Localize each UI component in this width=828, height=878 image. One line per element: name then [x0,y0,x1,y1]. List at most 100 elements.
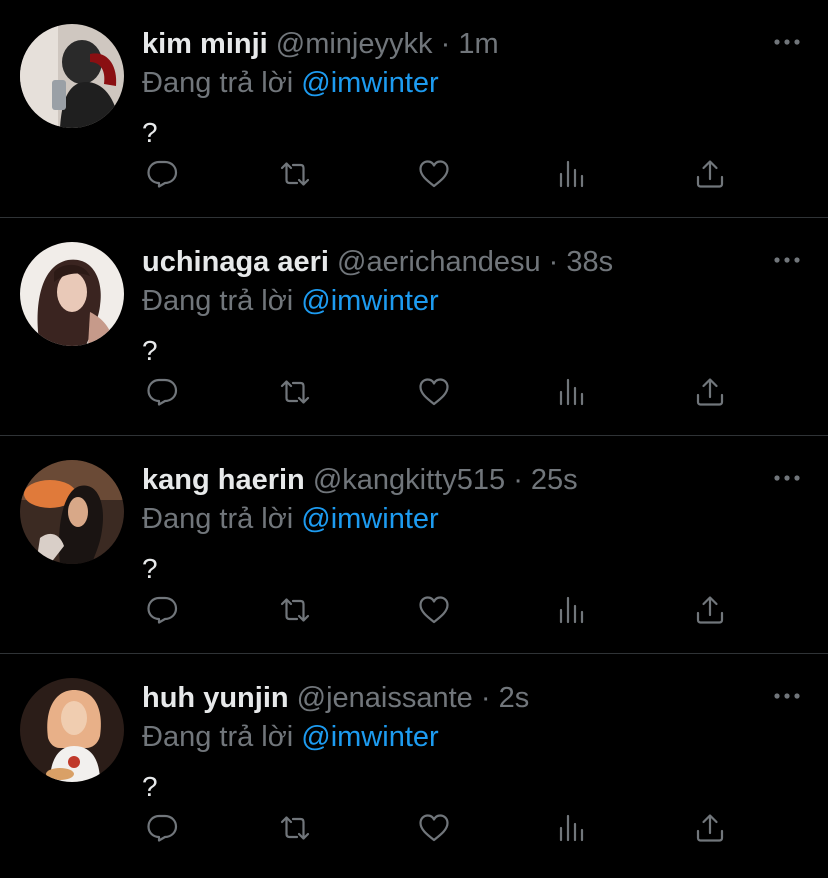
retweet-icon [280,816,310,840]
tweet-header: kang haerin @kangkitty515 · 25s [142,460,758,500]
avatar-image [20,678,124,782]
separator-dot: · [513,464,523,496]
tweet-header: huh yunjin @jenaissante · 2s [142,678,758,718]
display-name[interactable]: uchinaga aeri [142,246,329,278]
heart-icon [419,378,449,406]
more-horizontal-icon [774,257,800,263]
tweet-actions [142,590,732,630]
tweet-text: ? [142,771,158,802]
tweet-actions [142,372,732,412]
retweet-button[interactable] [275,590,315,630]
retweet-button[interactable] [275,372,315,412]
tweet-feed: kim minji @minjeyykk · 1m Đang trả lời @… [0,0,828,878]
tweet-actions [142,808,732,848]
share-upload-icon [696,378,724,406]
share-upload-icon [696,160,724,188]
share-button[interactable] [690,808,730,848]
bar-chart-icon [559,596,584,624]
more-horizontal-icon [774,39,800,45]
share-button[interactable] [690,590,730,630]
views-button[interactable] [552,154,592,194]
replying-to-label: Đang trả lời [142,503,294,535]
more-horizontal-icon [774,693,800,699]
more-button[interactable] [772,686,802,706]
tweet-actions [142,154,732,194]
more-button[interactable] [772,468,802,488]
heart-icon [419,814,449,842]
comment-bubble-icon [147,378,178,406]
replying-to: Đang trả lời @imwinter [142,282,439,320]
retweet-icon [280,598,310,622]
separator-dot: · [548,246,559,278]
timestamp[interactable]: 38s [566,246,613,278]
bar-chart-icon [559,160,584,188]
mention-link[interactable]: @imwinter [301,721,438,753]
user-handle[interactable]: @kangkitty515 [313,464,505,496]
comment-bubble-icon [147,596,178,624]
display-name[interactable]: kim minji [142,28,268,60]
tweet-text: ? [142,117,158,148]
avatar-image [20,242,124,346]
replying-to-label: Đang trả lời [142,67,294,99]
comment-bubble-icon [147,814,178,842]
more-horizontal-icon [774,475,800,481]
like-button[interactable] [414,372,454,412]
views-button[interactable] [552,372,592,412]
timestamp[interactable]: 2s [499,682,530,714]
reply-button[interactable] [142,590,182,630]
separator-dot: · [480,682,491,714]
heart-icon [419,596,449,624]
reply-button[interactable] [142,372,182,412]
tweet-text: ? [142,335,158,366]
user-handle[interactable]: @aerichandesu [337,246,541,278]
more-button[interactable] [772,250,802,270]
reply-button[interactable] [142,808,182,848]
avatar[interactable] [20,242,124,346]
comment-bubble-icon [147,160,178,188]
timestamp[interactable]: 1m [458,28,498,60]
tweet[interactable]: kim minji @minjeyykk · 1m Đang trả lời @… [0,0,828,218]
avatar[interactable] [20,678,124,782]
replying-to: Đang trả lời @imwinter [142,718,439,756]
views-button[interactable] [552,590,592,630]
avatar-image [20,460,124,564]
mention-link[interactable]: @imwinter [301,67,438,99]
views-button[interactable] [552,808,592,848]
user-handle[interactable]: @jenaissante [297,682,473,714]
more-button[interactable] [772,32,802,52]
replying-to-label: Đang trả lời [142,721,294,753]
avatar[interactable] [20,24,124,128]
bar-chart-icon [559,814,584,842]
replying-to: Đang trả lời @imwinter [142,500,439,538]
bar-chart-icon [559,378,584,406]
share-button[interactable] [690,154,730,194]
mention-link[interactable]: @imwinter [301,285,438,317]
timestamp[interactable]: 25s [531,464,578,496]
share-upload-icon [696,814,724,842]
heart-icon [419,160,449,188]
retweet-icon [280,162,310,186]
replying-to-label: Đang trả lời [142,285,294,317]
tweet-header: uchinaga aeri @aerichandesu · 38s [142,242,758,282]
retweet-button[interactable] [275,808,315,848]
like-button[interactable] [414,154,454,194]
display-name[interactable]: huh yunjin [142,682,289,714]
tweet[interactable]: kang haerin @kangkitty515 · 25s Đang trả… [0,436,828,654]
tweet[interactable]: uchinaga aeri @aerichandesu · 38s Đang t… [0,218,828,436]
share-upload-icon [696,596,724,624]
separator-dot: · [440,28,451,60]
mention-link[interactable]: @imwinter [301,503,438,535]
reply-button[interactable] [142,154,182,194]
replying-to: Đang trả lời @imwinter [142,64,439,102]
tweet[interactable]: huh yunjin @jenaissante · 2s Đang trả lờ… [0,654,828,872]
retweet-icon [280,380,310,404]
share-button[interactable] [690,372,730,412]
retweet-button[interactable] [275,154,315,194]
like-button[interactable] [414,590,454,630]
avatar[interactable] [20,460,124,564]
tweet-text: ? [142,553,158,584]
tweet-header: kim minji @minjeyykk · 1m [142,24,758,64]
display-name[interactable]: kang haerin [142,464,305,496]
user-handle[interactable]: @minjeyykk [276,28,433,60]
like-button[interactable] [414,808,454,848]
